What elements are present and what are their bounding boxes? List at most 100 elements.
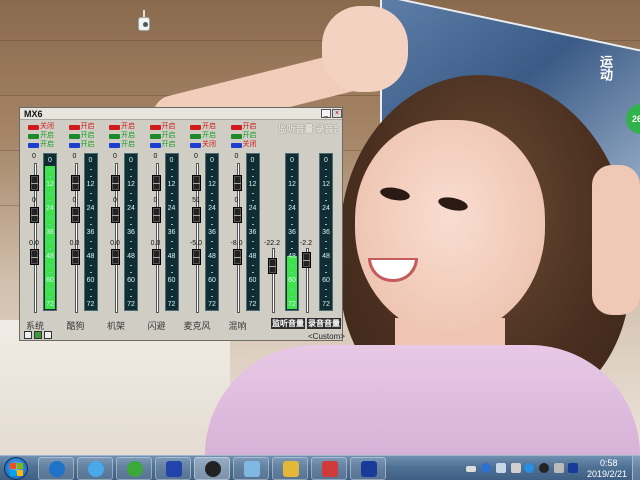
fader-knob[interactable] — [30, 207, 39, 223]
taskbar-button[interactable] — [311, 457, 347, 480]
taskbar-button[interactable] — [155, 457, 191, 480]
channel-switch[interactable]: 开启 — [28, 132, 54, 139]
fader-knob[interactable] — [232, 207, 242, 223]
meter-tick — [325, 289, 327, 290]
channel-switch[interactable]: 开启 — [68, 123, 95, 130]
channel-switch[interactable]: 关闭 — [190, 141, 216, 148]
fader-knob[interactable] — [151, 249, 161, 265]
desktop-shortcut-icon[interactable] — [136, 10, 154, 32]
option-button-2[interactable] — [34, 331, 42, 339]
channel-switch[interactable]: 开启 — [190, 123, 216, 130]
fader-knob[interactable] — [192, 249, 201, 265]
meter-tick — [325, 224, 327, 225]
meter-tick — [49, 248, 51, 249]
channel-switch[interactable]: 开启 — [149, 132, 176, 139]
minimize-button[interactable]: _ — [321, 109, 331, 118]
meter-tick — [291, 265, 293, 266]
mixer-titlebar[interactable]: MX6 _ × — [20, 108, 342, 120]
meter-scale-label: 0 — [324, 157, 328, 164]
wallpaper-arm-right — [592, 165, 640, 315]
meter-tick — [291, 248, 293, 249]
fader-knob[interactable] — [30, 249, 39, 265]
meter-tick — [211, 224, 213, 225]
network-icon[interactable] — [511, 463, 521, 473]
fader-knob[interactable] — [70, 207, 80, 223]
help-icon[interactable] — [481, 463, 491, 473]
fader-knob[interactable] — [192, 207, 201, 223]
option-button-1[interactable] — [24, 331, 32, 339]
channel-switch[interactable]: 开启 — [149, 141, 176, 148]
meter-tick — [251, 265, 254, 266]
mx-tray-icon[interactable] — [568, 463, 578, 473]
meter-tick — [49, 176, 51, 177]
meter-scale-label: 60 — [127, 277, 135, 284]
security-icon[interactable] — [524, 463, 534, 473]
switch-label: 开启 — [80, 132, 95, 139]
meter-tick — [211, 241, 213, 242]
taskbar-button[interactable] — [77, 457, 113, 480]
channel-switch[interactable]: 关闭 — [230, 141, 257, 148]
taskbar-button[interactable] — [272, 457, 308, 480]
channel-switch[interactable]: 开启 — [28, 141, 54, 148]
clock-time[interactable]: 0:58 — [600, 458, 618, 468]
keyboard-icon[interactable] — [466, 466, 476, 472]
wallpaper-face — [355, 120, 545, 335]
meter-tick — [89, 193, 92, 194]
meter-scale-label: 0 — [88, 157, 93, 164]
meter-tick — [325, 272, 327, 273]
channel-switch[interactable]: 开启 — [230, 132, 257, 139]
fader-knob[interactable] — [70, 249, 80, 265]
taskbar-button[interactable] — [194, 457, 230, 480]
browser-icon — [88, 461, 104, 477]
meter-tick — [291, 296, 293, 297]
meter-tick — [211, 265, 213, 266]
switch-label: 开启 — [121, 141, 135, 148]
meter-tick — [130, 241, 132, 242]
meter-scale-label: 48 — [248, 253, 257, 260]
close-button[interactable]: × — [332, 109, 342, 118]
meter-scale-label: 24 — [127, 205, 135, 212]
channel-switch[interactable]: 开启 — [109, 132, 135, 139]
taskbar-button[interactable] — [38, 457, 74, 480]
taskbar-button[interactable] — [350, 457, 386, 480]
fader-knob[interactable] — [232, 249, 242, 265]
fader-knob[interactable] — [192, 175, 201, 191]
flag-icon[interactable] — [496, 463, 506, 473]
clock-date[interactable]: 2019/2/21 — [587, 469, 627, 479]
channel-switch[interactable]: 开启 — [109, 123, 135, 130]
meter-tick — [89, 224, 92, 225]
windows-start-icon[interactable] — [4, 457, 28, 480]
channel-switch[interactable]: 开启 — [68, 141, 95, 148]
fader-knob[interactable] — [111, 175, 120, 191]
master-fader-knob[interactable] — [268, 258, 277, 274]
taskbar-button[interactable] — [233, 457, 269, 480]
fader-knob[interactable] — [30, 175, 39, 191]
meter-tick — [130, 272, 132, 273]
record-volume-label: 录音音量 — [307, 318, 341, 329]
option-button-3[interactable] — [44, 331, 52, 339]
meter-tick — [130, 289, 132, 290]
preset-label[interactable]: <Custom> — [308, 332, 345, 341]
meter-tick — [291, 200, 293, 201]
fader-knob[interactable] — [111, 207, 120, 223]
volume-icon[interactable] — [554, 463, 564, 473]
fader-knob[interactable] — [70, 175, 80, 191]
taskbar-button[interactable] — [116, 457, 152, 480]
show-desktop-button[interactable] — [632, 456, 640, 480]
fader-knob[interactable] — [111, 249, 120, 265]
switch-led — [149, 125, 161, 130]
channel-switch[interactable]: 开启 — [68, 132, 95, 139]
channel-switch[interactable]: 开启 — [230, 123, 257, 130]
channel-switch[interactable]: 关闭 — [28, 123, 54, 130]
channel-switch[interactable]: 开启 — [149, 123, 176, 130]
fader-knob[interactable] — [232, 175, 242, 191]
meter-scale-label: 0 — [129, 157, 133, 164]
channel-switch[interactable]: 开启 — [109, 141, 135, 148]
master-fader-knob[interactable] — [302, 252, 311, 268]
switch-label: 关闭 — [202, 141, 216, 148]
fader-knob[interactable] — [151, 175, 161, 191]
qq-icon[interactable] — [539, 463, 549, 473]
fader-knob[interactable] — [151, 207, 161, 223]
meter-tick — [130, 193, 132, 194]
channel-switch[interactable]: 开启 — [190, 132, 216, 139]
